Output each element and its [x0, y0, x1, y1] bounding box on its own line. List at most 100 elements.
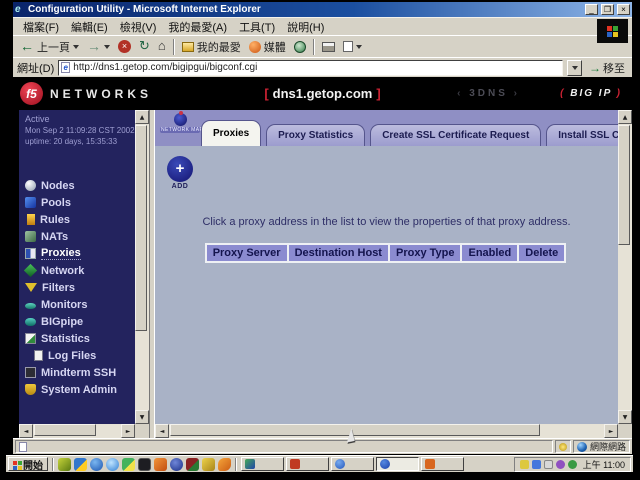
clock: 上午 11:00	[583, 458, 625, 471]
scroll-thumb[interactable]	[135, 125, 147, 331]
forward-button[interactable]	[84, 39, 113, 55]
scroll-right-button[interactable]	[121, 424, 135, 438]
scroll-up-button[interactable]	[618, 110, 632, 124]
sidebar-item-bigpipe[interactable]: BIGpipe	[25, 313, 135, 330]
sidebar-item-mindterm-ssh[interactable]: Mindterm SSH	[25, 364, 135, 381]
sidebar-item-filters[interactable]: Filters	[25, 279, 135, 296]
start-button[interactable]: 開始	[8, 457, 48, 471]
close-button[interactable]: ×	[617, 4, 630, 15]
tab-proxy-statistics[interactable]: Proxy Statistics	[266, 124, 365, 146]
quicklaunch-icon-11[interactable]	[218, 458, 231, 471]
refresh-button[interactable]	[136, 39, 153, 54]
sidebar-item-rules[interactable]: Rules	[25, 211, 135, 228]
content-vertical-scrollbar[interactable]	[618, 110, 632, 424]
menu-item-edit[interactable]: 編輯(E)	[65, 18, 114, 36]
sidebar-item-label: Log Files	[48, 350, 96, 362]
menu-item-tools[interactable]: 工具(T)	[233, 18, 281, 36]
scroll-up-button[interactable]	[135, 110, 149, 124]
sidebar-item-statistics[interactable]: Statistics	[25, 330, 135, 347]
sidebar-vertical-scrollbar[interactable]	[135, 110, 149, 424]
sidebar-horizontal-scrollbar[interactable]	[19, 424, 135, 438]
address-url: http://dns1.getop.com/bigipgui/bigconf.c…	[73, 62, 257, 73]
network-map-button[interactable]: NETWORK MAP	[160, 113, 200, 133]
tray-icon-2[interactable]	[532, 460, 541, 469]
quicklaunch-icon-9[interactable]	[186, 458, 199, 471]
tab-create-ssl-certificate-request[interactable]: Create SSL Certificate Request	[370, 124, 541, 146]
media-button[interactable]: 媒體	[246, 38, 289, 56]
quicklaunch-icon-5[interactable]	[122, 458, 135, 471]
sidebar-item-proxies[interactable]: Proxies	[25, 245, 135, 262]
scroll-track[interactable]	[169, 424, 604, 438]
back-button[interactable]: 上一頁	[17, 38, 82, 56]
scroll-thumb[interactable]	[618, 125, 630, 245]
tray-icon-1[interactable]	[520, 460, 529, 469]
menu-item-file[interactable]: 檔案(F)	[17, 18, 65, 36]
status-date: Mon Sep 2 11:09:28 CST 2002	[25, 125, 135, 136]
start-label: 開始	[23, 457, 43, 472]
sidebar-item-nats[interactable]: NATs	[25, 228, 135, 245]
favorites-button[interactable]: 我的最愛	[179, 38, 244, 56]
scroll-right-button[interactable]	[604, 424, 618, 438]
quicklaunch-icon-1[interactable]	[58, 458, 71, 471]
quicklaunch-icon-6[interactable]	[138, 458, 151, 471]
minimize-button[interactable]: _	[585, 4, 598, 15]
quicklaunch-icon-3[interactable]	[90, 458, 103, 471]
address-dropdown[interactable]	[567, 60, 582, 76]
menu-item-help[interactable]: 說明(H)	[281, 18, 330, 36]
address-input[interactable]: http://dns1.getop.com/bigipgui/bigconf.c…	[58, 60, 563, 76]
taskbar-task-button-ie-active[interactable]	[376, 457, 419, 471]
address-bar: 網址(D) http://dns1.getop.com/bigipgui/big…	[13, 57, 632, 77]
sidebar-item-network[interactable]: Network	[25, 262, 135, 279]
sidebar-item-pools[interactable]: Pools	[25, 194, 135, 211]
scroll-track[interactable]	[618, 124, 632, 410]
quicklaunch-icon-2[interactable]	[74, 458, 87, 471]
rules-icon	[27, 214, 35, 225]
taskbar-task-button-5[interactable]	[421, 457, 464, 471]
quicklaunch-icon-10[interactable]	[202, 458, 215, 471]
tab-install-ssl-certificate[interactable]: Install SSL Certif	[546, 124, 618, 146]
taskbar-task-button-2[interactable]	[286, 457, 329, 471]
security-icon	[559, 443, 567, 451]
sidebar-item-log-files[interactable]: Log Files	[31, 347, 135, 364]
toolbar-separator	[173, 39, 175, 55]
menu-item-favorites[interactable]: 我的最愛(A)	[162, 18, 233, 36]
sidebar-item-system-admin[interactable]: System Admin	[25, 381, 135, 398]
scroll-track[interactable]	[33, 424, 121, 438]
task-icon	[290, 459, 300, 469]
tray-icon-5[interactable]	[568, 460, 577, 469]
bigpipe-icon	[25, 318, 36, 326]
scroll-down-button[interactable]	[135, 410, 149, 424]
print-button[interactable]	[319, 41, 338, 53]
history-button[interactable]	[291, 40, 309, 54]
taskbar-task-button-1[interactable]	[241, 457, 284, 471]
title-bar[interactable]: Configuration Utility - Microsoft Intern…	[13, 2, 632, 17]
quicklaunch-icon-4[interactable]	[106, 458, 119, 471]
hostname: [ dns1.getop.com ]	[264, 86, 380, 101]
ie-throbber	[597, 19, 628, 43]
tab-proxies[interactable]: Proxies	[201, 120, 261, 146]
scroll-track[interactable]	[135, 124, 149, 410]
content-horizontal-scrollbar[interactable]	[155, 424, 618, 438]
go-label: 移至	[603, 60, 625, 76]
tray-icon-4[interactable]	[556, 460, 565, 469]
scroll-left-button[interactable]	[19, 424, 33, 438]
quicklaunch-icon-7[interactable]	[154, 458, 167, 471]
maximize-button[interactable]: ❐	[601, 4, 614, 15]
sidebar-item-monitors[interactable]: Monitors	[25, 296, 135, 313]
scroll-thumb[interactable]	[34, 424, 96, 436]
edit-button[interactable]	[340, 40, 365, 53]
home-button[interactable]	[155, 39, 169, 54]
taskbar-task-button-3[interactable]	[331, 457, 374, 471]
scroll-down-button[interactable]	[618, 410, 632, 424]
go-button[interactable]: 移至	[586, 60, 628, 76]
quicklaunch-icon-8[interactable]	[170, 458, 183, 471]
add-button[interactable]: ADD	[167, 156, 193, 190]
sidebar-item-label: Filters	[42, 282, 75, 294]
menu-item-view[interactable]: 檢視(V)	[114, 18, 163, 36]
stop-button[interactable]	[115, 39, 134, 54]
instruction-text: Click a proxy address in the list to vie…	[155, 146, 618, 228]
tray-icon-3[interactable]	[544, 460, 553, 469]
sidebar-item-label: Monitors	[41, 299, 87, 311]
scroll-left-button[interactable]	[155, 424, 169, 438]
sidebar-item-nodes[interactable]: Nodes	[25, 177, 135, 194]
